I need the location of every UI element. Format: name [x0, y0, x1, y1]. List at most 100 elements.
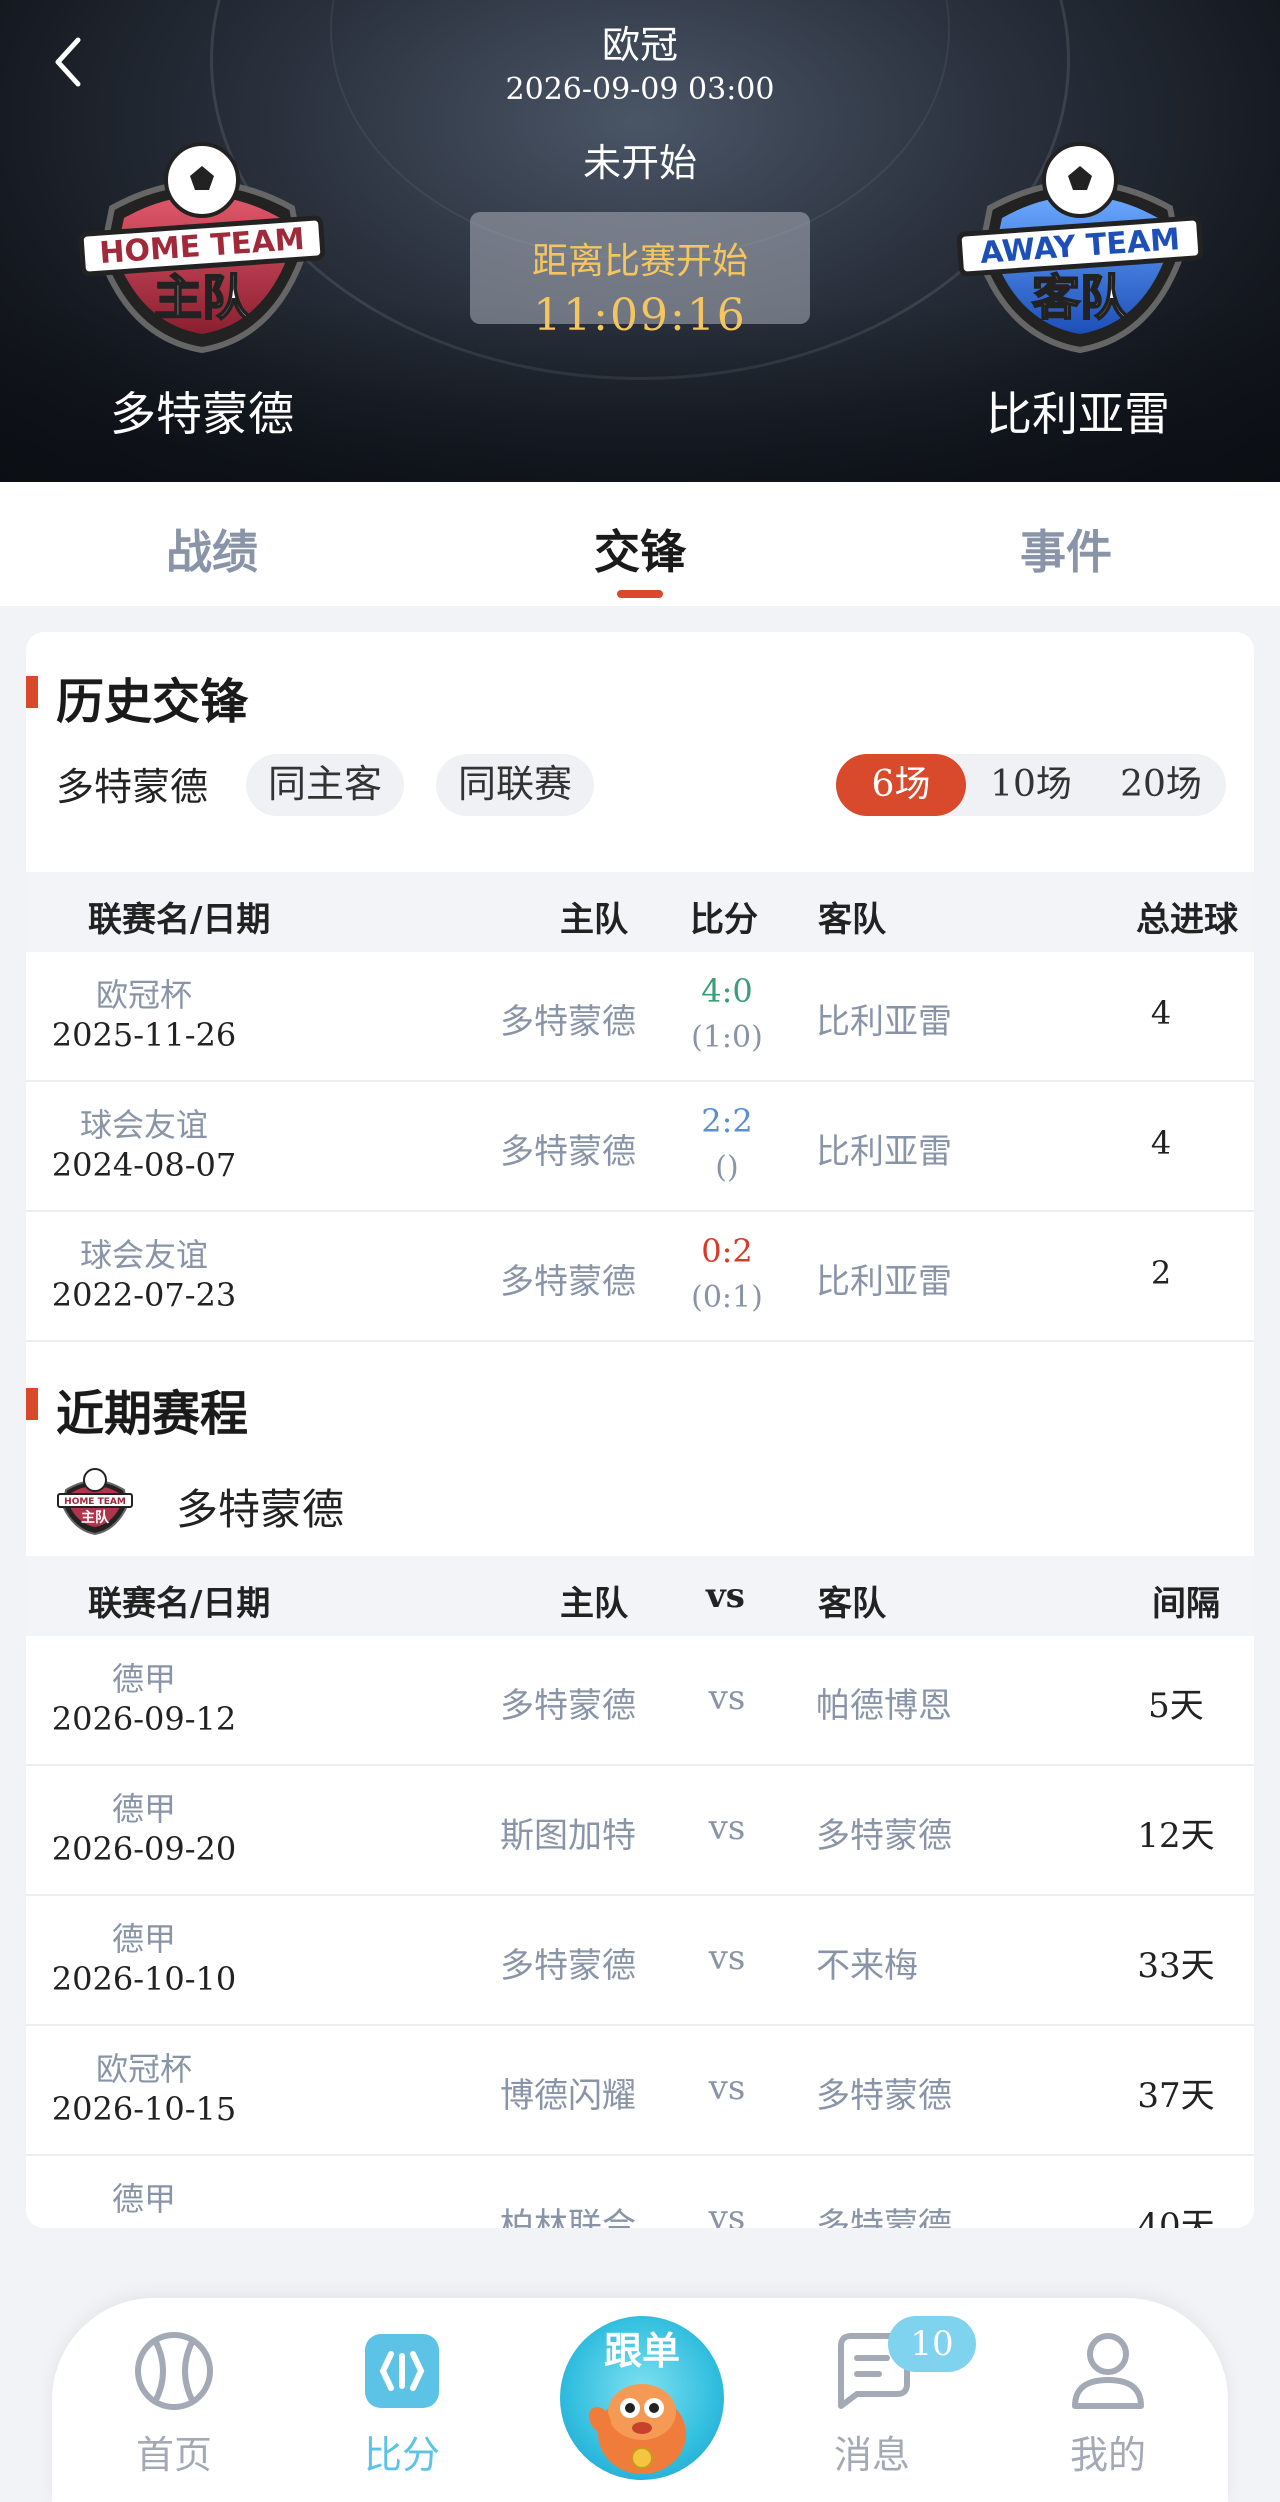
- profile-icon: [1072, 2333, 1144, 2409]
- row-home-team: 斯图加特: [500, 1816, 636, 1856]
- nav-score[interactable]: 比分: [342, 2326, 462, 2479]
- row-league: 德甲: [111, 1660, 176, 1698]
- col-away: 客队: [818, 900, 886, 940]
- row-away-team: 帕德博恩: [816, 1686, 952, 1726]
- fixture-row[interactable]: 欧冠杯 2026-10-15 博德闪耀 vs 多特蒙德 37天: [26, 2026, 1254, 2156]
- away-team-name[interactable]: 比利亚雷: [928, 378, 1228, 444]
- row-gap-days: 5天: [1148, 1686, 1204, 1726]
- row-league: 球会友谊: [79, 1106, 208, 1144]
- range-10-option[interactable]: 10场: [966, 754, 1096, 816]
- fixture-row[interactable]: 德甲 2026-10-10 多特蒙德 vs 不来梅 33天: [26, 1896, 1254, 2026]
- row-league: 球会友谊: [79, 1236, 208, 1274]
- row-date: 2026-09-20: [51, 1830, 237, 1868]
- tab-events[interactable]: 事件: [966, 516, 1166, 582]
- col-away: 客队: [818, 1584, 886, 1624]
- col-league-date: 联赛名/日期: [88, 900, 271, 940]
- row-date: 2026-09-12: [51, 1700, 237, 1738]
- row-vs: vs: [708, 1678, 746, 1718]
- home-team-name[interactable]: 多特蒙德: [52, 378, 352, 444]
- row-gap-days: 37天: [1137, 2076, 1215, 2116]
- row-half-score: (1:0): [691, 1020, 763, 1055]
- recent-section-title: 近期赛程: [26, 1374, 248, 1444]
- tab-head-to-head[interactable]: 交锋: [540, 516, 740, 582]
- row-home-team: 多特蒙德: [500, 1946, 636, 1986]
- svg-text:客队: 客队: [1032, 270, 1129, 326]
- row-date: 2026-10-10: [51, 1960, 237, 1998]
- home-team-badge[interactable]: HOME TEAM 主队: [72, 138, 332, 358]
- col-home: 主队: [560, 900, 628, 940]
- row-away-team: 多特蒙德: [816, 1816, 952, 1856]
- tennis-ball-icon: [135, 2332, 213, 2410]
- history-row[interactable]: 球会友谊 2022-07-23 多特蒙德 0:2 (0:1) 比利亚雷 2: [26, 1212, 1254, 1342]
- fixture-row[interactable]: 德甲 2026-09-20 斯图加特 vs 多特蒙德 12天: [26, 1766, 1254, 1896]
- row-home-team: 多特蒙德: [500, 1132, 636, 1172]
- recent-team-name: 多特蒙德: [176, 1485, 345, 1534]
- history-filter-team: 多特蒙德: [56, 765, 209, 809]
- row-total-goals: 4: [1150, 994, 1172, 1032]
- row-date: 2024-08-07: [51, 1146, 237, 1184]
- range-20-option[interactable]: 20场: [1096, 754, 1226, 816]
- nav-home[interactable]: 首页: [114, 2326, 234, 2479]
- follow-bet-button[interactable]: 跟单: [560, 2316, 724, 2480]
- col-home: 主队: [560, 1584, 628, 1624]
- tab-record[interactable]: 战绩: [112, 516, 312, 582]
- content-card: 历史交锋 多特蒙德 同主客 同联赛 6场 10场 20场 联赛名/日期 主队 比…: [26, 632, 1254, 2228]
- row-half-score: (0:1): [691, 1280, 763, 1315]
- fixture-row[interactable]: 德甲 2026-09-12 多特蒙德 vs 帕德博恩 5天: [26, 1636, 1254, 1766]
- row-vs: vs: [708, 1938, 746, 1978]
- same-league-chip[interactable]: 同联赛: [436, 754, 595, 816]
- row-vs: vs: [708, 2068, 746, 2108]
- message-count-badge: 10: [888, 2316, 976, 2372]
- nav-profile-label: 我的: [1069, 2433, 1146, 2477]
- history-section-title: 历史交锋: [26, 662, 248, 732]
- row-away-team: 比利亚雷: [816, 1262, 952, 1302]
- row-date: 2022-07-23: [51, 1276, 237, 1314]
- nav-score-label: 比分: [363, 2433, 440, 2477]
- bottom-nav: 首页 比分 跟单 消息 我的: [52, 2298, 1228, 2502]
- row-date: 2025-11-26: [51, 1016, 237, 1054]
- range-6-option[interactable]: 6场: [836, 754, 966, 816]
- row-half-score: (): [715, 1150, 739, 1185]
- svg-text:HOME TEAM: HOME TEAM: [64, 1497, 126, 1507]
- row-league: 德甲: [111, 1790, 176, 1828]
- row-score: 2:2: [701, 1102, 753, 1140]
- row-league: 欧冠杯: [95, 2050, 192, 2088]
- row-date: 2026-10-15: [51, 2090, 237, 2128]
- col-gap: 间隔: [1152, 1584, 1220, 1624]
- fixture-row[interactable]: 德甲 柏林联合 vs 多特蒙德 40天: [26, 2156, 1254, 2228]
- row-gap-days: 12天: [1137, 1816, 1215, 1856]
- row-total-goals: 4: [1150, 1124, 1172, 1162]
- row-league: 德甲: [111, 2180, 176, 2218]
- row-home-team: 多特蒙德: [500, 1686, 636, 1726]
- row-total-goals: 2: [1150, 1254, 1172, 1292]
- row-home-team: 多特蒙德: [500, 1002, 636, 1042]
- row-home-team: 多特蒙德: [500, 1262, 636, 1302]
- svg-text:主队: 主队: [81, 1509, 110, 1526]
- col-vs: vs: [706, 1576, 745, 1616]
- col-total-goals: 总进球: [1136, 900, 1238, 940]
- countdown-box: 距离比赛开始 11:09:16: [470, 212, 810, 341]
- history-row[interactable]: 球会友谊 2024-08-07 多特蒙德 2:2 () 比利亚雷 4: [26, 1082, 1254, 1212]
- history-row[interactable]: 欧冠杯 2025-11-26 多特蒙德 4:0 (1:0) 比利亚雷 4: [26, 952, 1254, 1082]
- score-icon: [365, 2334, 439, 2408]
- history-table-header: 联赛名/日期 主队 比分 客队 总进球: [26, 872, 1254, 952]
- away-team-badge[interactable]: AWAY TEAM 客队: [950, 138, 1210, 358]
- row-away-team: 多特蒙德: [816, 2076, 952, 2116]
- row-vs: vs: [708, 2198, 746, 2228]
- row-gap-days: 33天: [1137, 1946, 1215, 1986]
- row-gap-days: 40天: [1137, 2206, 1215, 2228]
- row-away-team: 比利亚雷: [816, 1132, 952, 1172]
- active-tab-indicator: [617, 590, 663, 598]
- follow-bet-label: 跟单: [603, 2329, 680, 2373]
- match-count-selector: 6场 10场 20场: [836, 754, 1226, 816]
- row-league: 德甲: [111, 1920, 176, 1958]
- same-home-away-chip[interactable]: 同主客: [246, 754, 405, 816]
- tab-bar: 战绩 交锋 事件: [0, 482, 1280, 606]
- match-header: 欧冠 2026-09-09 03:00 未开始 距离比赛开始 11:09:16 …: [0, 0, 1280, 482]
- nav-messages-label: 消息: [833, 2433, 910, 2477]
- row-score: 4:0: [701, 972, 753, 1010]
- nav-home-label: 首页: [135, 2433, 212, 2477]
- countdown-label: 距离比赛开始: [531, 241, 748, 282]
- nav-profile[interactable]: 我的: [1048, 2326, 1168, 2479]
- row-vs: vs: [708, 1808, 746, 1848]
